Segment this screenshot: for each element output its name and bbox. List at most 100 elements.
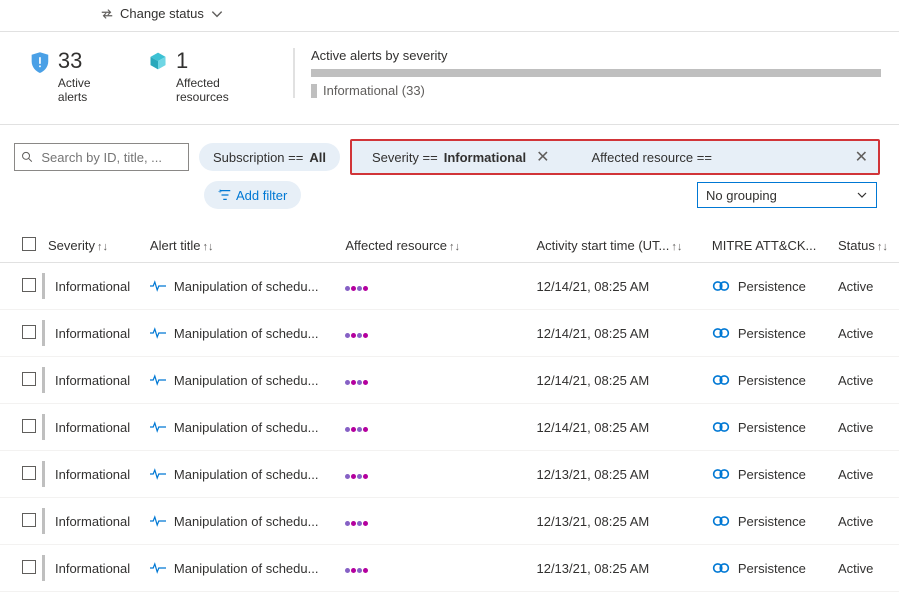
cell-mitre: Persistence [706,451,832,498]
alerts-table: Severity↑↓ Alert title↑↓ Affected resour… [0,227,899,592]
close-icon[interactable]: ✕ [536,147,549,167]
header-severity[interactable]: Severity↑↓ [42,227,144,263]
cell-mitre: Persistence [706,263,832,310]
close-icon[interactable]: ✕ [855,147,868,167]
header-mitre[interactable]: MITRE ATT&CK... [706,227,832,263]
affected-resources-label: Affected resources [176,76,253,104]
cell-title[interactable]: Manipulation of schedu... [144,263,339,310]
cell-resource [339,498,476,545]
cell-status: Active [832,451,899,498]
table-row[interactable]: Informational Manipulation of schedu... … [0,498,899,545]
resource-icon [345,427,368,432]
cell-title[interactable]: Manipulation of schedu... [144,404,339,451]
cell-title[interactable]: Manipulation of schedu... [144,545,339,592]
add-filter-label: Add filter [236,188,287,203]
highlighted-filters: Severity == Informational ✕ Affected res… [350,139,880,175]
cell-status: Active [832,263,899,310]
shield-icon [30,48,50,78]
activity-icon [150,562,166,574]
cell-status: Active [832,498,899,545]
affected-resources-stat: 1 Affected resources [148,48,253,104]
cell-mitre: Persistence [706,310,832,357]
header-title[interactable]: Alert title↑↓ [144,227,339,263]
change-status-label: Change status [120,6,204,21]
severity-block: Active alerts by severity Informational … [293,48,881,98]
cell-mitre: Persistence [706,498,832,545]
header-activity[interactable]: Activity start time (UT...↑↓ [476,227,705,263]
change-status-action[interactable]: Change status [0,0,899,27]
stats-row: 33 Active alerts 1 Affected resources Ac… [0,32,899,114]
cell-time: 12/13/21, 08:25 AM [476,451,705,498]
row-checkbox[interactable] [0,263,42,310]
severity-chip [311,84,317,98]
header-checkbox[interactable] [0,227,42,263]
cell-time: 12/13/21, 08:25 AM [476,498,705,545]
activity-icon [150,327,166,339]
row-checkbox[interactable] [0,404,42,451]
resource-icon [345,286,368,291]
filter-affected-resource[interactable]: Affected resource == [577,143,731,171]
persistence-icon [712,279,730,293]
persistence-icon [712,561,730,575]
search-input[interactable] [14,143,189,171]
severity-bar [311,69,881,77]
cell-resource [339,404,476,451]
grouping-value: No grouping [706,188,777,203]
chevron-down-icon [856,189,868,201]
cell-title[interactable]: Manipulation of schedu... [144,498,339,545]
cell-severity: Informational [42,498,144,545]
affected-resources-count: 1 [176,48,253,74]
sort-icon: ↑↓ [97,241,108,253]
header-status[interactable]: Status↑↓ [832,227,899,263]
severity-title: Active alerts by severity [311,48,881,63]
cell-severity: Informational [42,545,144,592]
filter-row-2: + Add filter No grouping [0,175,899,215]
table-row[interactable]: Informational Manipulation of schedu... … [0,310,899,357]
cell-time: 12/14/21, 08:25 AM [476,357,705,404]
table-row[interactable]: Informational Manipulation of schedu... … [0,357,899,404]
activity-icon [150,468,166,480]
filter-subscription[interactable]: Subscription == All [199,143,340,171]
row-checkbox[interactable] [0,498,42,545]
cell-severity: Informational [42,451,144,498]
filter-severity[interactable]: Severity == Informational ✕ [358,143,568,171]
table-row[interactable]: Informational Manipulation of schedu... … [0,545,899,592]
header-resource[interactable]: Affected resource↑↓ [339,227,476,263]
sort-icon: ↑↓ [203,241,214,253]
sort-icon: ↑↓ [877,241,888,253]
cell-status: Active [832,404,899,451]
table-header-row: Severity↑↓ Alert title↑↓ Affected resour… [0,227,899,263]
resource-icon [345,568,368,573]
cell-title[interactable]: Manipulation of schedu... [144,451,339,498]
search-field[interactable] [39,149,182,166]
svg-text:+: + [218,188,222,195]
cell-resource [339,451,476,498]
row-checkbox[interactable] [0,310,42,357]
cell-severity: Informational [42,404,144,451]
row-checkbox[interactable] [0,545,42,592]
search-icon [21,150,33,164]
activity-icon [150,280,166,292]
filter-add-icon: + [218,188,232,202]
grouping-select[interactable]: No grouping [697,182,877,208]
row-checkbox[interactable] [0,357,42,404]
cell-mitre: Persistence [706,357,832,404]
cell-resource [339,310,476,357]
chevron-down-icon [210,7,224,21]
activity-icon [150,374,166,386]
cell-time: 12/13/21, 08:25 AM [476,545,705,592]
cell-title[interactable]: Manipulation of schedu... [144,357,339,404]
resource-icon [345,333,368,338]
filter-row: Subscription == All Severity == Informat… [0,125,899,175]
cell-title[interactable]: Manipulation of schedu... [144,310,339,357]
swap-icon [100,7,114,21]
cell-status: Active [832,357,899,404]
row-checkbox[interactable] [0,451,42,498]
pill-key: Severity == [372,150,438,165]
persistence-icon [712,373,730,387]
table-row[interactable]: Informational Manipulation of schedu... … [0,404,899,451]
table-row[interactable]: Informational Manipulation of schedu... … [0,263,899,310]
table-row[interactable]: Informational Manipulation of schedu... … [0,451,899,498]
add-filter-button[interactable]: + Add filter [204,181,301,209]
activity-icon [150,421,166,433]
